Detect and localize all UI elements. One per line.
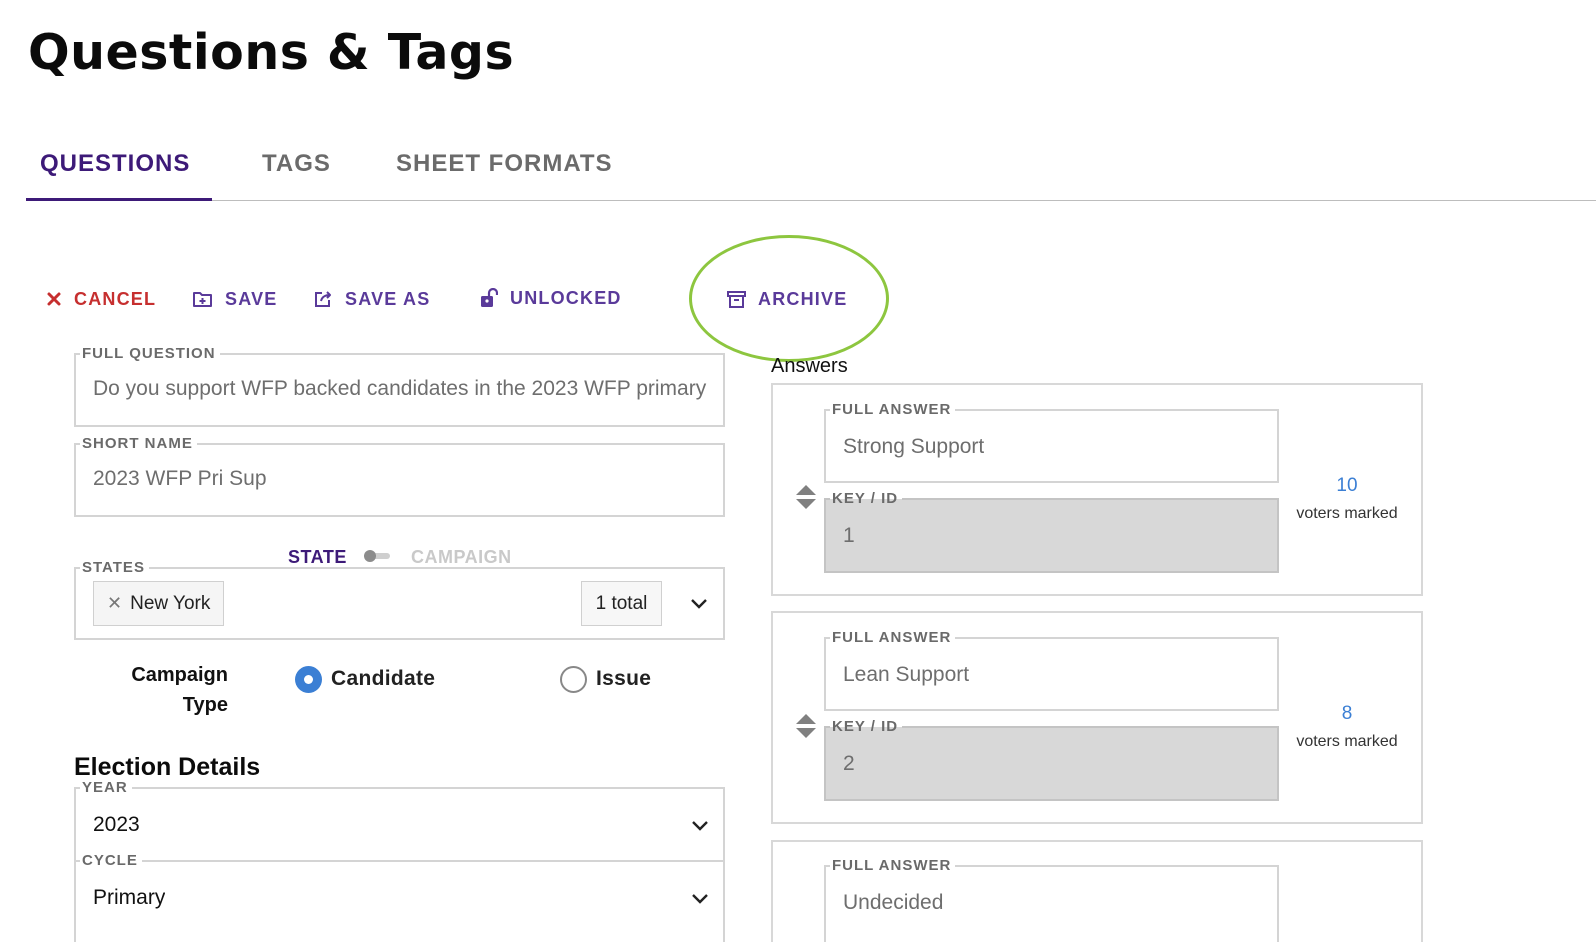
year-label: YEAR — [80, 779, 132, 797]
page-title: Questions & Tags — [28, 24, 515, 81]
answer-card: FULL ANSWER Lean Support KEY / ID 2 8 vo… — [771, 611, 1423, 824]
full-answer-value: Lean Support — [843, 663, 970, 686]
key-id-label: KEY / ID — [830, 490, 903, 508]
cycle-select[interactable]: CYCLE Primary — [74, 852, 725, 942]
full-answer-label: FULL ANSWER — [830, 401, 956, 419]
issue-radio[interactable] — [560, 666, 587, 693]
issue-radio-label[interactable]: Issue — [596, 667, 651, 691]
archive-icon — [727, 290, 746, 308]
state-toggle-label: STATE — [288, 547, 347, 567]
archive-label: ARCHIVE — [758, 288, 848, 309]
tab-sheet-formats[interactable]: SHEET FORMATS — [396, 150, 613, 178]
full-answer-value: Strong Support — [843, 435, 985, 458]
save-as-icon — [313, 289, 333, 309]
unlocked-icon — [480, 288, 498, 308]
year-select[interactable]: YEAR 2023 — [74, 779, 725, 861]
candidate-radio[interactable] — [295, 666, 322, 693]
cycle-label: CYCLE — [80, 852, 142, 870]
voter-count: 10 voters marked — [1287, 475, 1407, 523]
state-chip[interactable]: ✕ New York — [93, 581, 224, 626]
tab-questions[interactable]: QUESTIONS — [40, 150, 190, 178]
candidate-radio-label[interactable]: Candidate — [331, 667, 435, 691]
cancel-label: CANCEL — [74, 288, 157, 309]
full-answer-field[interactable]: FULL ANSWER Undecided — [824, 857, 1279, 942]
scope-switch-knob[interactable] — [364, 550, 376, 562]
save-label: SAVE — [225, 288, 278, 309]
tab-tags[interactable]: TAGS — [262, 150, 331, 178]
full-question-label: FULL QUESTION — [80, 345, 220, 363]
cancel-button[interactable]: CANCEL — [46, 287, 156, 311]
chevron-down-icon[interactable] — [691, 892, 709, 904]
active-tab-indicator — [26, 198, 212, 201]
reorder-handle-icon[interactable] — [795, 712, 817, 740]
save-as-button[interactable]: SAVE AS — [313, 287, 430, 311]
full-question-value: Do you support WFP backed candidates in … — [93, 377, 707, 400]
key-id-field: KEY / ID 2 — [824, 718, 1279, 801]
year-value: 2023 — [93, 813, 140, 836]
campaign-toggle-label: CAMPAIGN — [411, 547, 512, 567]
short-name-label: SHORT NAME — [80, 435, 197, 453]
answers-title: Answers — [771, 355, 848, 377]
short-name-value: 2023 WFP Pri Sup — [93, 467, 267, 490]
full-answer-label: FULL ANSWER — [830, 857, 956, 875]
campaign-type-label: Campaign Type — [131, 664, 228, 716]
cycle-value: Primary — [93, 886, 166, 909]
key-id-field: KEY / ID 1 — [824, 490, 1279, 573]
save-as-label: SAVE AS — [345, 288, 431, 309]
unlocked-label: UNLOCKED — [510, 287, 622, 308]
states-count: 1 total — [581, 581, 662, 626]
voter-count-number[interactable]: 10 — [1287, 475, 1407, 497]
archive-button[interactable]: ARCHIVE — [727, 287, 847, 311]
full-answer-field[interactable]: FULL ANSWER Strong Support — [824, 401, 1279, 483]
key-id-value: 1 — [843, 524, 855, 547]
save-button[interactable]: SAVE — [192, 287, 277, 311]
voter-count: 8 voters marked — [1287, 703, 1407, 751]
reorder-handle-icon[interactable] — [795, 483, 817, 511]
voter-count-label: voters marked — [1296, 505, 1398, 522]
full-answer-label: FULL ANSWER — [830, 629, 956, 647]
full-answer-field[interactable]: FULL ANSWER Lean Support — [824, 629, 1279, 711]
answer-card: FULL ANSWER Strong Support KEY / ID 1 10… — [771, 383, 1423, 596]
states-label: STATES — [80, 559, 149, 577]
answer-card: FULL ANSWER Undecided — [771, 840, 1423, 942]
short-name-field[interactable]: SHORT NAME 2023 WFP Pri Sup — [74, 435, 725, 517]
close-icon — [46, 291, 62, 307]
voter-count-label: voters marked — [1296, 733, 1398, 750]
full-answer-value: Undecided — [843, 891, 944, 914]
unlocked-button[interactable]: UNLOCKED — [480, 286, 622, 310]
key-id-value: 2 — [843, 752, 855, 775]
state-chip-label: New York — [130, 592, 211, 614]
chevron-down-icon[interactable] — [690, 597, 708, 609]
remove-chip-icon[interactable]: ✕ — [107, 593, 122, 614]
key-id-label: KEY / ID — [830, 718, 903, 736]
full-question-field[interactable]: FULL QUESTION Do you support WFP backed … — [74, 345, 725, 427]
voter-count-number[interactable]: 8 — [1287, 703, 1407, 725]
save-folder-icon — [192, 290, 213, 308]
tab-bar: QUESTIONS TAGS SHEET FORMATS — [26, 130, 1596, 201]
chevron-down-icon[interactable] — [691, 819, 709, 831]
election-details-heading: Election Details — [74, 753, 261, 781]
